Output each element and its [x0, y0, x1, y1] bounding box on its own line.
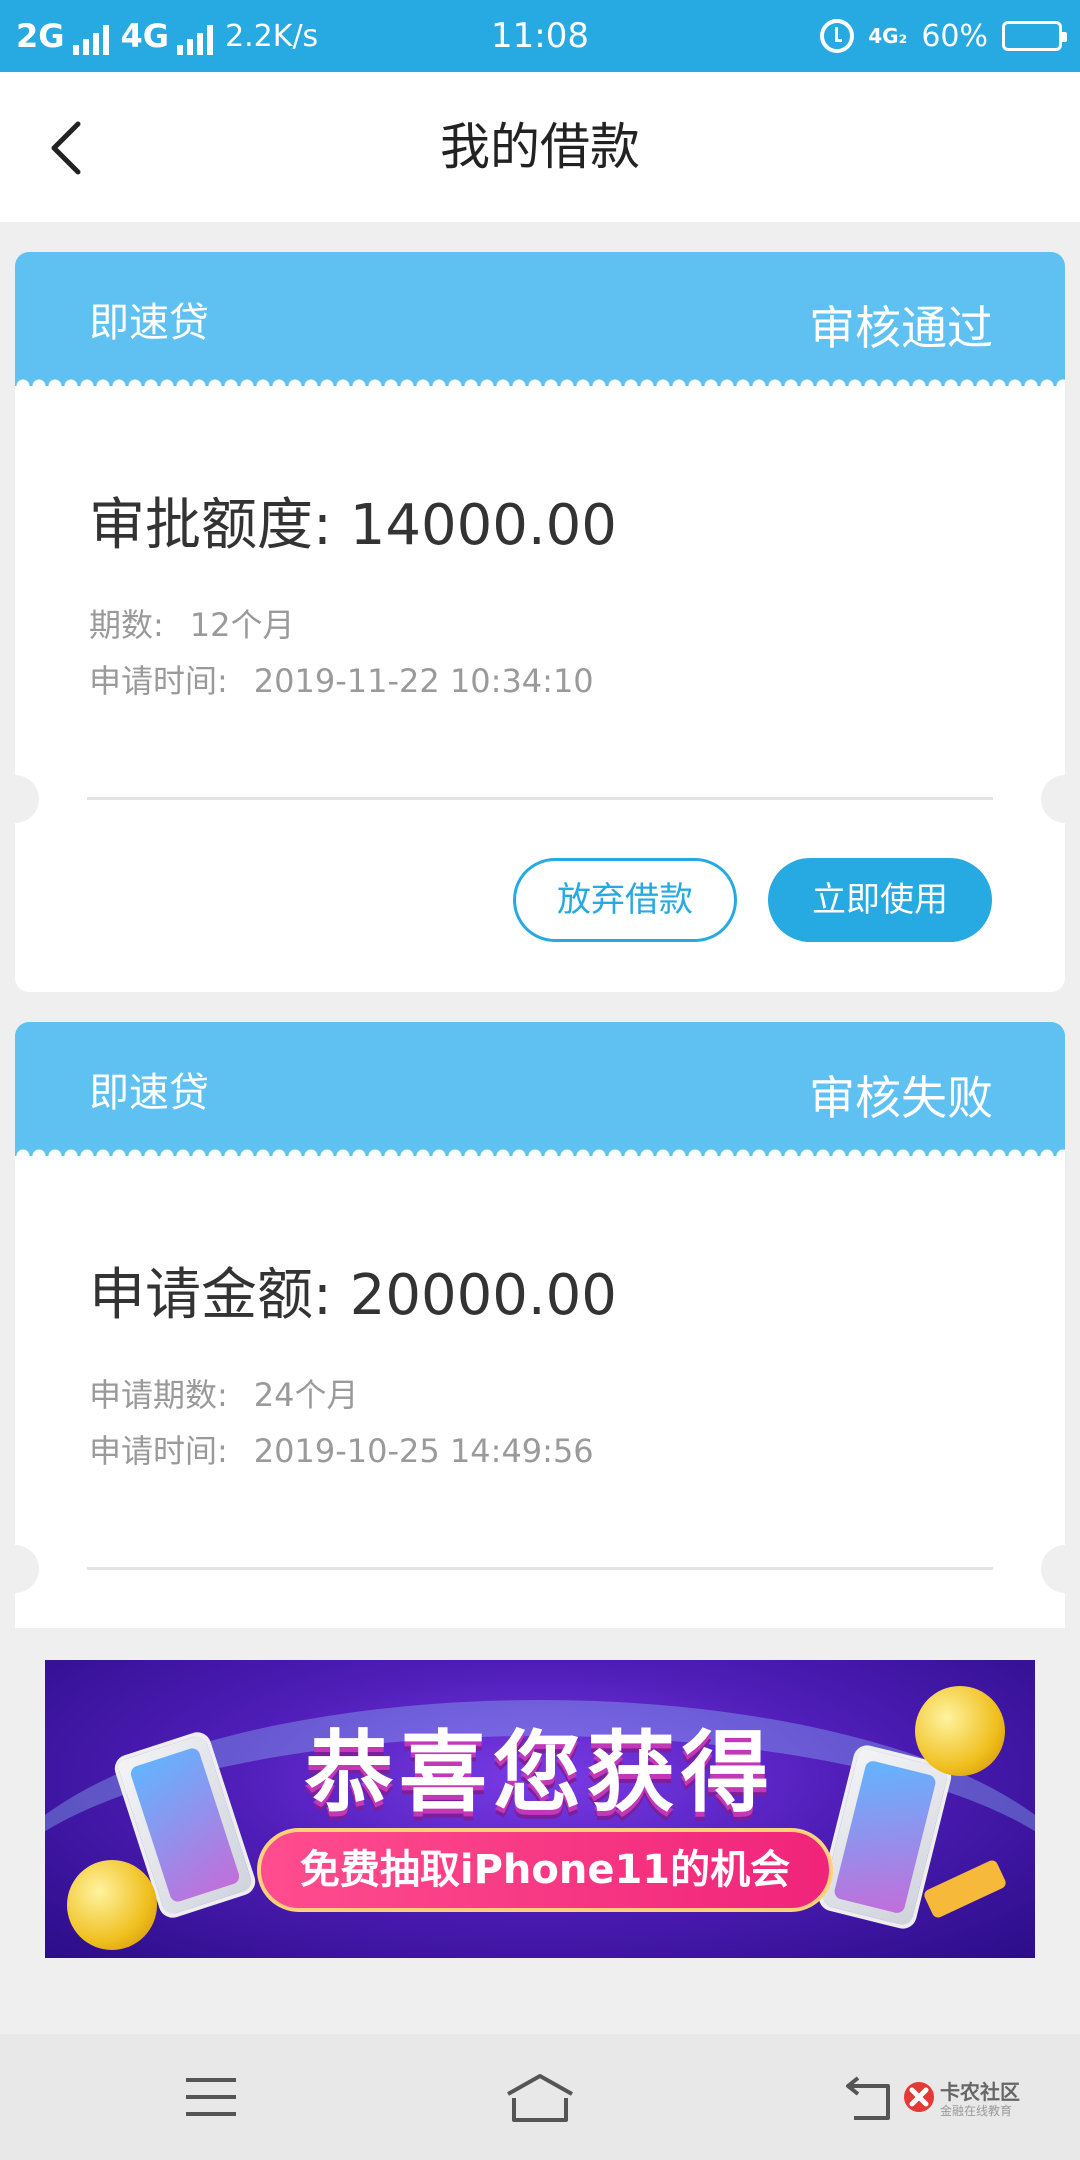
- amount-label: 审批额度:: [89, 493, 332, 558]
- abandon-loan-button[interactable]: 放弃借款: [513, 858, 737, 942]
- ticket-notch-right: [1041, 775, 1065, 823]
- ticket-notch-left: [15, 1545, 39, 1593]
- amount-value: 14000.00: [349, 493, 617, 558]
- amount-row: 审批额度: 14000.00: [89, 480, 617, 561]
- status-right: 4G₂ 60%: [820, 0, 1067, 72]
- product-name: 即速贷: [89, 300, 209, 346]
- banner-subtitle: 免费抽取iPhone11的机会: [257, 1828, 833, 1912]
- term-row: 期数: 12个月: [89, 600, 295, 646]
- card-header: 即速贷 审核失败: [15, 1022, 1065, 1164]
- back-nav-icon[interactable]: [844, 2074, 900, 2124]
- apply-time-value: 2019-11-22 10:34:10: [253, 662, 594, 700]
- loan-card-failed: 即速贷 审核失败 申请金额: 20000.00 申请期数: 24个月 申请时间: 2…: [15, 1022, 1065, 1628]
- amount-label: 申请金额:: [89, 1263, 332, 1328]
- term-label: 期数:: [89, 606, 164, 644]
- apply-time-value: 2019-10-25 14:49:56: [253, 1432, 594, 1470]
- battery-percent: 60%: [921, 18, 988, 54]
- ticket-notch-left: [15, 775, 39, 823]
- term-label: 申请期数:: [89, 1376, 228, 1414]
- menu-icon[interactable]: [186, 2076, 236, 2118]
- divider: [87, 797, 993, 800]
- apply-time-label: 申请时间:: [89, 662, 228, 700]
- status-bar: 2G 4G 2.2K/s 11:08 4G₂ 60%: [0, 0, 1080, 72]
- volte-badge: 4G₂: [868, 24, 908, 48]
- page-title: 我的借款: [440, 118, 640, 176]
- term-value: 24个月: [253, 1376, 359, 1414]
- ticket-notch-right: [1041, 1545, 1065, 1593]
- amount-row: 申请金额: 20000.00: [89, 1250, 617, 1331]
- apply-time-row: 申请时间: 2019-11-22 10:34:10: [89, 656, 594, 702]
- banner-title: 恭喜您获得: [304, 1721, 775, 1824]
- apply-time-row: 申请时间: 2019-10-25 14:49:56: [89, 1426, 594, 1472]
- header: 我的借款: [0, 72, 1080, 222]
- watermark-logo-icon: [904, 2082, 934, 2112]
- divider: [87, 1567, 993, 1570]
- apply-time-label: 申请时间:: [89, 1432, 228, 1470]
- term-value: 12个月: [189, 606, 295, 644]
- watermark-sub: 金融在线教育: [940, 2104, 1013, 2118]
- home-icon[interactable]: [504, 2072, 576, 2124]
- loan-status: 审核通过: [809, 301, 993, 355]
- term-row: 申请期数: 24个月: [89, 1370, 359, 1416]
- card-header: 即速贷 审核通过: [15, 252, 1065, 394]
- battery-icon: [1002, 21, 1067, 51]
- use-now-button[interactable]: 立即使用: [768, 858, 992, 942]
- loan-card-approved: 即速贷 审核通过 审批额度: 14000.00 期数: 12个月 申请时间: 201…: [15, 252, 1065, 992]
- system-nav-bar: 卡农社区 金融在线教育: [0, 2034, 1080, 2160]
- alarm-icon: [820, 19, 855, 53]
- promo-banner[interactable]: 恭喜您获得 免费抽取iPhone11的机会: [45, 1660, 1035, 1958]
- watermark: 卡农社区 金融在线教育: [902, 2076, 1052, 2124]
- loan-status: 审核失败: [809, 1071, 993, 1125]
- watermark-name: 卡农社区: [940, 2080, 1020, 2104]
- product-name: 即速贷: [89, 1070, 209, 1116]
- amount-value: 20000.00: [349, 1263, 617, 1328]
- coin-left-icon: [67, 1860, 157, 1950]
